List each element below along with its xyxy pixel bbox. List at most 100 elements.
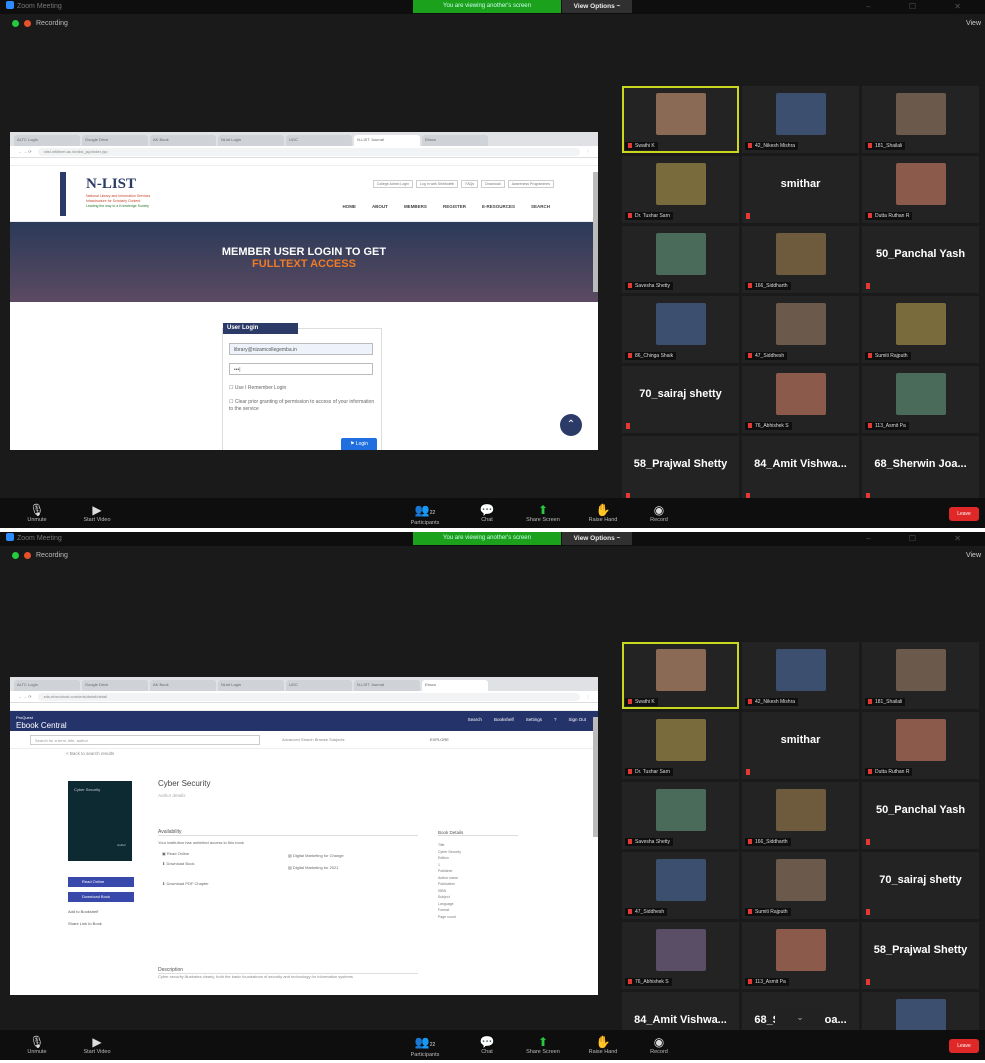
record-button[interactable]: ◉ Record <box>634 1035 684 1055</box>
participant-tile[interactable]: 47_Siddhesh <box>622 852 739 919</box>
participant-tile[interactable]: 70_sairaj shetty <box>622 366 739 433</box>
unmute-button[interactable]: 🎙 Unmute <box>12 1035 62 1055</box>
participants-button[interactable]: 👥22 Participants <box>400 1035 450 1058</box>
browser-tab[interactable]: Ebsco <box>422 135 488 146</box>
browser-tab[interactable]: UGC <box>286 135 352 146</box>
participant-tile[interactable]: 166_Siddharth <box>742 782 859 849</box>
consent-checkbox[interactable]: ☐ Clear prior granting of permission to … <box>229 399 377 413</box>
participant-tile[interactable]: Dr. Tushar Sarn <box>622 156 739 223</box>
browser-tab[interactable]: N-LIST Journal <box>354 680 420 691</box>
password-field[interactable]: •••| <box>229 363 373 375</box>
participant-tile[interactable]: Sumiti Rajputh <box>862 296 979 363</box>
browser-menu-icon[interactable]: ⋮ <box>586 149 590 154</box>
participant-tile[interactable]: 181_Shailali <box>862 86 979 153</box>
nav-eresources[interactable]: E-RESOURCES <box>482 204 515 209</box>
nav-about[interactable]: ABOUT <box>372 204 388 209</box>
explore-link[interactable]: EXPLORE <box>430 737 449 742</box>
chat-button[interactable]: 💬 Chat <box>462 1035 512 1055</box>
browser-menu-icon[interactable]: ⋮ <box>586 694 590 699</box>
participant-tile[interactable]: 50_Panchal Yash <box>862 226 979 293</box>
participant-tile[interactable]: 42_Nikesh Mishra <box>742 86 859 153</box>
login-button[interactable]: ⚑ Login <box>341 438 377 450</box>
help-icon[interactable]: ? <box>554 717 557 722</box>
nav-register[interactable]: REGISTER <box>443 204 466 209</box>
add-bookshelf-link[interactable]: Add to Bookshelf <box>68 909 98 914</box>
participant-tile[interactable]: 47_Siddhesh <box>742 296 859 363</box>
participant-tile[interactable]: smithar <box>742 712 859 779</box>
participant-tile[interactable]: Sumiti Rajputh <box>742 852 859 919</box>
browser-tab[interactable]: UGC <box>286 680 352 691</box>
participant-tile[interactable]: Dr. Tushar Sarn <box>622 712 739 779</box>
participant-tile[interactable]: 58_Prajwal Shetty <box>862 922 979 989</box>
participant-tile[interactable]: smithar <box>742 156 859 223</box>
start-video-button[interactable]: ▶ Start Video <box>72 503 122 523</box>
url-field[interactable]: eds.ebscohost.com/eds/detail/detail <box>37 692 580 701</box>
browser-tab[interactable]: AK Book <box>150 135 216 146</box>
record-button[interactable]: ◉ Record <box>634 503 684 523</box>
participant-tile[interactable]: 113_Asmit Pa <box>862 366 979 433</box>
url-field[interactable]: nlist.inflibnet.ac.in/nlist_jsp/index.js… <box>37 147 580 156</box>
participant-tile[interactable]: 68_Sherwin Joa... <box>862 436 979 503</box>
view-button[interactable]: View <box>966 552 981 559</box>
scrollbar[interactable] <box>593 717 598 837</box>
participant-tile[interactable]: Savesha Shetty <box>622 226 739 293</box>
browser-tab[interactable]: NList Login <box>218 135 284 146</box>
participant-tile[interactable]: Dutta Ruthan R <box>862 156 979 223</box>
back-link[interactable]: < Back to search results <box>66 751 114 756</box>
nav-search[interactable]: SEARCH <box>531 204 550 209</box>
leave-button[interactable]: Leave <box>949 507 979 521</box>
raise-hand-button[interactable]: ✋ Raise Hand <box>578 1035 628 1055</box>
window-controls[interactable]: – ☐ ✕ <box>866 532 979 546</box>
nav-home[interactable]: HOME <box>342 204 356 209</box>
header-link[interactable]: Download <box>481 180 505 188</box>
search-input[interactable]: Search for a term, title, author <box>30 735 260 745</box>
chat-button[interactable]: 💬 Chat <box>462 503 512 523</box>
participant-tile[interactable]: 84_Amit Vishwa... <box>742 436 859 503</box>
read-online-link[interactable]: ▣ Read Online <box>162 851 272 856</box>
participant-tile[interactable]: 86_Chinga Shaik <box>622 296 739 363</box>
participant-tile[interactable]: 76_Abhishek S <box>742 366 859 433</box>
participant-tile[interactable]: 58_Prajwal Shetty <box>622 436 739 503</box>
read-online-button[interactable]: Read Online <box>68 877 134 887</box>
scrollbar[interactable] <box>593 172 598 292</box>
participant-tile[interactable]: 113_Asmit Pa <box>742 922 859 989</box>
nav-arrows-icon[interactable]: ← → ⟳ <box>18 694 32 699</box>
advanced-search-link[interactable]: Advanced Search Browse Subjects <box>282 737 344 742</box>
chevron-down-icon[interactable]: ⌄ <box>775 1007 825 1027</box>
remember-checkbox[interactable]: ☐ Use I Remember Login <box>229 385 377 392</box>
share-screen-button[interactable]: ⬆ Share Screen <box>518 1035 568 1055</box>
header-link[interactable]: Log In with Shibboleth <box>415 180 459 188</box>
participant-tile[interactable]: 70_sairaj shetty <box>862 852 979 919</box>
share-link[interactable]: Share Link to Book <box>68 921 102 926</box>
raise-hand-button[interactable]: ✋ Raise Hand <box>578 503 628 523</box>
chapter-link[interactable]: ▤ Digital Marketing for Change <box>288 853 398 858</box>
ebsco-nav-search[interactable]: Search <box>468 717 482 722</box>
participant-tile[interactable]: Swathi K <box>622 86 739 153</box>
participant-tile[interactable]: 181_Shailali <box>862 642 979 709</box>
view-options-button[interactable]: View Options ~ <box>562 532 632 545</box>
download-pdf-link[interactable]: ⬇ Download PDF Chapter <box>162 881 272 886</box>
unmute-button[interactable]: 🎙 Unmute <box>12 503 62 523</box>
browser-tab[interactable]: NList Login <box>218 680 284 691</box>
participant-tile[interactable]: Dutta Ruthan R <box>862 712 979 779</box>
participant-tile[interactable]: 166_Siddharth <box>742 226 859 293</box>
window-controls[interactable]: – ☐ ✕ <box>866 0 979 14</box>
header-link[interactable]: College Admin Login <box>372 180 413 188</box>
participants-button[interactable]: 👥22 Participants <box>400 503 450 526</box>
browser-tab-active[interactable]: Ebsco <box>422 680 488 691</box>
browser-tab[interactable]: Google Drive <box>82 135 148 146</box>
browser-tab[interactable]: ALTC Login <box>14 135 80 146</box>
scroll-top-icon[interactable]: ⌃ <box>560 414 582 436</box>
participant-tile[interactable]: 42_Nikesh Mishra <box>742 642 859 709</box>
participant-tile[interactable]: Swathi K <box>622 642 739 709</box>
participant-tile[interactable]: 76_Abhishek S <box>622 922 739 989</box>
browser-tab[interactable]: Google Drive <box>82 680 148 691</box>
start-video-button[interactable]: ▶ Start Video <box>72 1035 122 1055</box>
nav-arrows-icon[interactable]: ← → ⟳ <box>18 149 32 154</box>
participant-tile[interactable]: Savesha Shetty <box>622 782 739 849</box>
browser-tab[interactable]: ALTC Login <box>14 680 80 691</box>
ebsco-nav-signout[interactable]: Sign Out <box>568 717 586 722</box>
book-cover[interactable]: Cyber Security Author <box>68 781 132 861</box>
ebsco-nav-settings[interactable]: Settings <box>526 717 542 722</box>
browser-tab[interactable]: AK Book <box>150 680 216 691</box>
